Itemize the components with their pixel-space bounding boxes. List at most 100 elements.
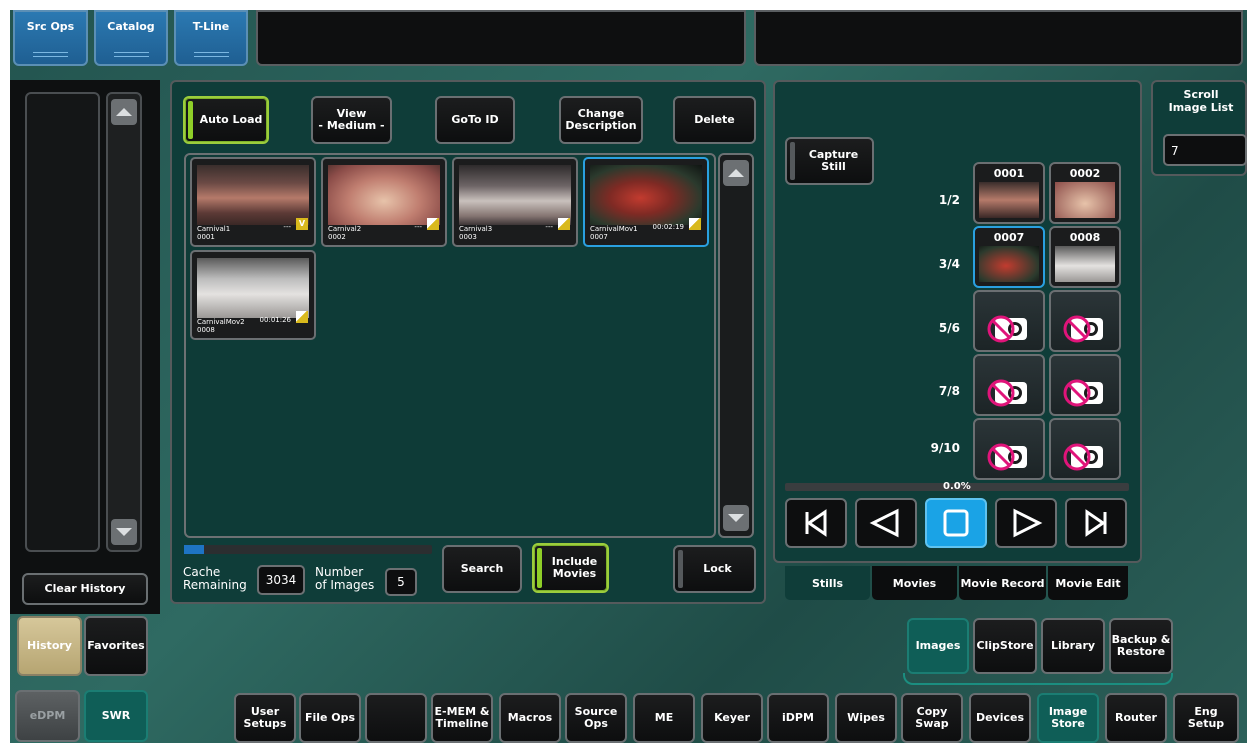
slot-id: 0002 [1069,167,1101,180]
change-description-button[interactable]: Change Description [559,96,643,144]
cache-fill [184,545,204,554]
slot-id: 0007 [993,231,1025,244]
key-badge-icon [427,218,439,230]
tab-movie-edit[interactable]: Movie Edit [1048,566,1128,600]
thumbnail-image [459,165,571,225]
menu-image-store-button[interactable]: Image Store [1037,693,1099,743]
cache-remaining-label: Cache Remaining [183,565,247,592]
skip-end-icon [1085,509,1107,537]
favorites-tab[interactable]: Favorites [84,616,148,676]
history-scrollbar[interactable] [106,92,142,552]
row-label: 1/2 [938,193,960,207]
edpm-button[interactable]: eDPM [15,690,80,742]
thumbnail-id: 0007 [590,233,608,241]
slot-id: 0008 [1069,231,1101,244]
thumbnail-duration: 00:01:26 [259,316,291,324]
scroll-down-button[interactable] [723,505,749,531]
still-slot-selected[interactable]: 0007 [973,226,1045,288]
slot-image [979,246,1039,282]
no-camera-icon [987,443,1027,471]
view-button[interactable]: View - Medium - [311,96,392,144]
history-tab[interactable]: History [17,616,82,676]
scroll-up-button[interactable] [723,160,749,186]
empty-still-slot[interactable] [1049,354,1121,416]
thumbnail-name: CarnivalMov1 [590,225,638,233]
scroll-image-list-input[interactable]: 7 [1163,134,1247,166]
triangle-down-icon [116,528,132,536]
menu-blank-button[interactable] [365,693,427,743]
menu-router-button[interactable]: Router [1105,693,1167,743]
menu-keyer-button[interactable]: Keyer [701,693,763,743]
no-camera-icon [987,379,1027,407]
thumbnail-item[interactable]: Carnival3 0003 --- [452,157,578,247]
menu-user-setups-button[interactable]: User Setups [234,693,296,743]
capture-progress-text: 0.0% [943,481,971,492]
still-slot[interactable]: 0001 [973,162,1045,224]
next-button[interactable] [995,498,1057,548]
slot-image [979,182,1039,218]
menu-wipes-button[interactable]: Wipes [835,693,897,743]
key-badge-icon [689,218,701,230]
thumbnail-item[interactable]: Carnival2 0002 --- [321,157,447,247]
subtab-library[interactable]: Library [1041,618,1105,674]
triangle-down-icon [728,514,744,522]
play-reverse-icon [869,508,899,538]
thumbnail-scrollbar[interactable] [718,153,754,538]
menu-copy-swap-button[interactable]: Copy Swap [901,693,963,743]
menu-macros-button[interactable]: Macros [499,693,561,743]
clear-history-button[interactable]: Clear History [22,573,148,605]
empty-still-slot[interactable] [973,418,1045,480]
menu-idpm-button[interactable]: iDPM [767,693,829,743]
previous-button[interactable] [855,498,917,548]
auto-load-button[interactable]: Auto Load [183,96,269,144]
thumbnail-duration: --- [414,223,422,231]
cache-bar [184,545,432,554]
empty-still-slot[interactable] [973,290,1045,352]
tab-movies[interactable]: Movies [872,566,957,600]
capture-still-button[interactable]: Capture Still [785,137,874,185]
stop-button[interactable] [925,498,987,548]
still-slot[interactable]: 0002 [1049,162,1121,224]
menu-file-ops-button[interactable]: File Ops [299,693,361,743]
go-to-end-button[interactable] [1065,498,1127,548]
thumbnail-item[interactable]: CarnivalMov2 0008 00:01:26 [190,250,316,340]
thumbnail-item[interactable]: Carnival1 0001 --- V [190,157,316,247]
triangle-up-icon [728,169,744,177]
tab-catalog[interactable]: Catalog [94,10,168,66]
empty-still-slot[interactable] [1049,290,1121,352]
image-store-window: Src Ops Catalog T-Line Clear History His… [10,10,1247,743]
tab-stills[interactable]: Stills [785,566,870,600]
tab-movie-record[interactable]: Movie Record [959,566,1046,600]
menu-devices-button[interactable]: Devices [969,693,1031,743]
key-badge-icon [296,311,308,323]
lock-button[interactable]: Lock [673,545,756,593]
thumbnail-duration: --- [545,223,553,231]
subtab-backup-restore[interactable]: Backup & Restore [1109,618,1173,674]
search-button[interactable]: Search [442,545,522,593]
top-info-field-2 [754,10,1243,66]
tab-src-ops[interactable]: Src Ops [13,10,88,66]
menu-me-button[interactable]: ME [633,693,695,743]
subtab-images[interactable]: Images [907,618,969,674]
thumbnail-item-selected[interactable]: CarnivalMov1 0007 00:02:19 [583,157,709,247]
delete-button[interactable]: Delete [673,96,756,144]
goto-id-button[interactable]: GoTo ID [435,96,515,144]
menu-source-ops-button[interactable]: Source Ops [565,693,627,743]
slot-id: 0001 [993,167,1025,180]
thumbnail-image [197,258,309,318]
slot-image [1055,246,1115,282]
tab-t-line[interactable]: T-Line [174,10,248,66]
menu-e-mem-timeline-button[interactable]: E-MEM & Timeline [431,693,493,743]
swr-button[interactable]: SWR [84,690,148,742]
scroll-image-list-label: Scroll Image List [1168,88,1234,114]
scroll-up-button[interactable] [111,99,137,125]
empty-still-slot[interactable] [973,354,1045,416]
still-slot[interactable]: 0008 [1049,226,1121,288]
scroll-down-button[interactable] [111,519,137,545]
menu-eng-setup-button[interactable]: Eng Setup [1173,693,1239,743]
subtab-clipstore[interactable]: ClipStore [973,618,1037,674]
include-movies-toggle[interactable]: Include Movies [532,543,609,593]
go-to-start-button[interactable] [785,498,847,548]
key-badge-icon [558,218,570,230]
empty-still-slot[interactable] [1049,418,1121,480]
